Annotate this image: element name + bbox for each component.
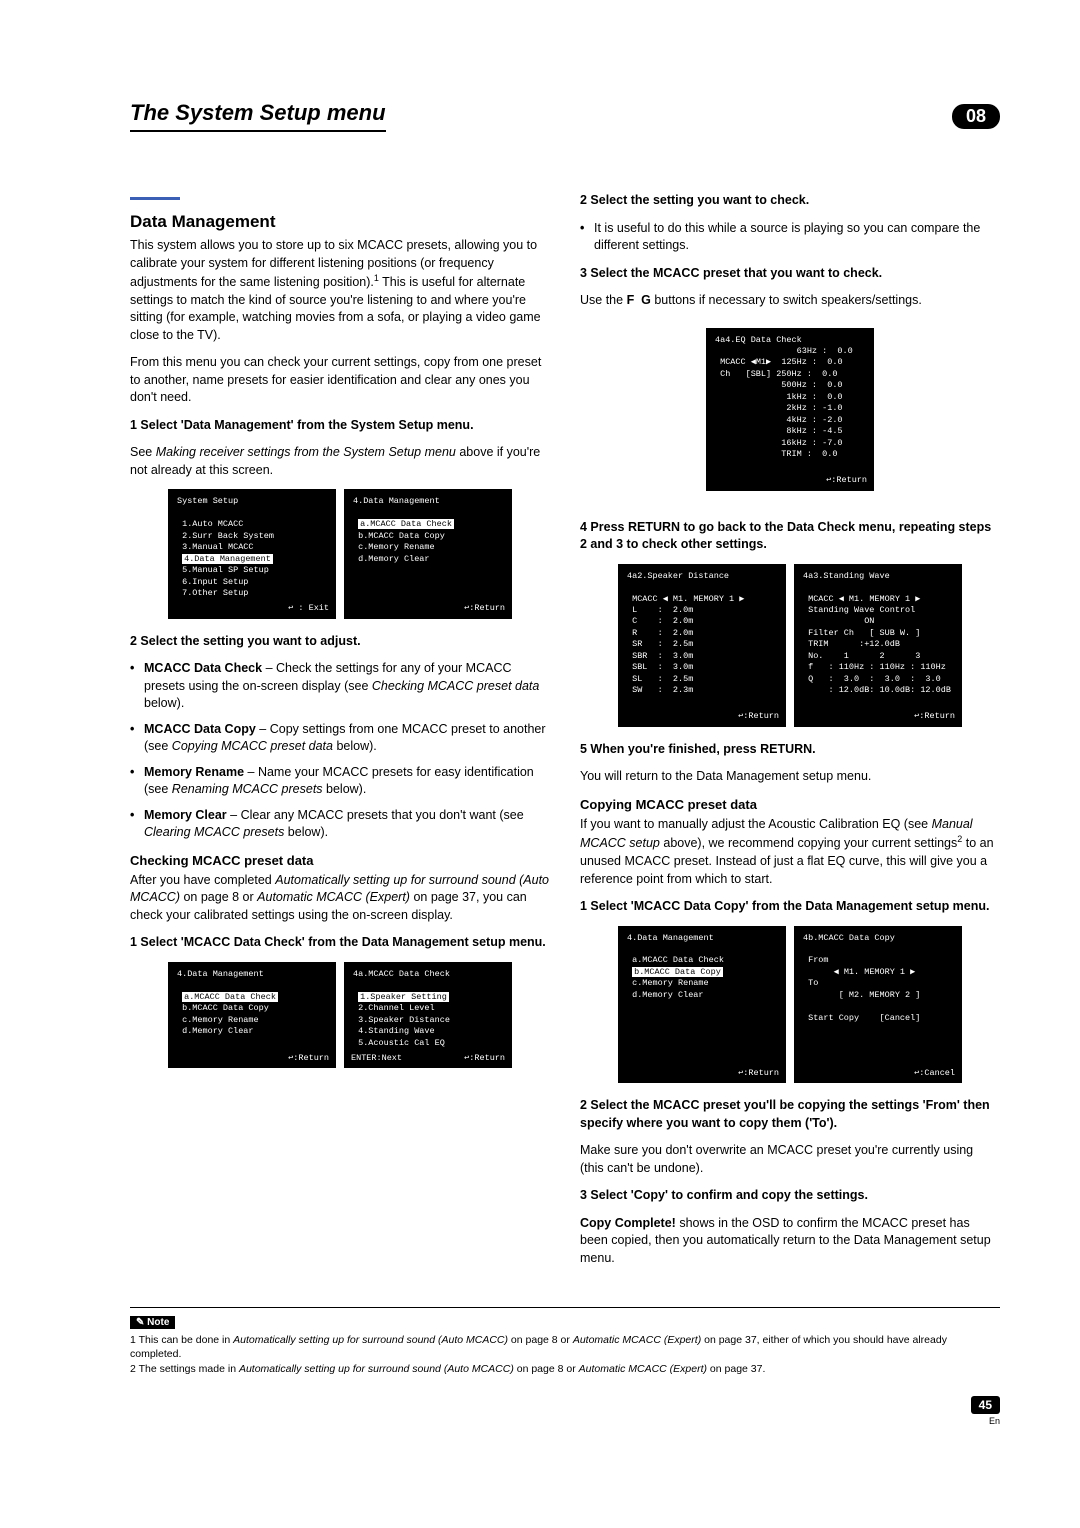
list-item: Memory Rename – Name your MCACC presets … [144, 764, 550, 799]
step: 2 Select the setting you want to adjust. [130, 633, 550, 651]
osd-data-management: 4.Data Management a.MCACC Data Check b.M… [618, 926, 786, 1084]
step: 4 Press RETURN to go back to the Data Ch… [580, 519, 1000, 554]
osd-data-check: 4a.MCACC Data Check 1.Speaker Setting 2.… [344, 962, 512, 1068]
list-item: MCACC Data Copy – Copy settings from one… [144, 721, 550, 756]
osd-speaker-distance: 4a2.Speaker Distance MCACC ◀ M1. MEMORY … [618, 564, 786, 727]
osd-data-management: 4.Data Management a.MCACC Data Check b.M… [344, 489, 512, 618]
list-item: Memory Clear – Clear any MCACC presets t… [144, 807, 550, 842]
body-text: If you want to manually adjust the Acous… [580, 816, 1000, 888]
subheading: Copying MCACC preset data [580, 796, 1000, 814]
body-text: Use the F G buttons if necessary to swit… [580, 292, 1000, 310]
list-item: It is useful to do this while a source i… [594, 220, 1000, 255]
body-text: After you have completed Automatically s… [130, 872, 550, 925]
osd-data-copy: 4b.MCACC Data Copy From ◀ M1. MEMORY 1 ▶… [794, 926, 962, 1084]
step: 3 Select the MCACC preset that you want … [580, 265, 1000, 283]
notes-section: Note 1 This can be done in Automatically… [130, 1307, 1000, 1376]
step: 2 Select the MCACC preset you'll be copy… [580, 1097, 1000, 1132]
list-item: MCACC Data Check – Check the settings fo… [144, 660, 550, 713]
body-text: See Making receiver settings from the Sy… [130, 444, 550, 479]
osd-system-setup: System Setup 1.Auto MCACC 2.Surr Back Sy… [168, 489, 336, 618]
osd-eq-data: 4a4.EQ Data Check 63Hz : 0.0 MCACC ◀M1▶ … [706, 328, 874, 491]
body-text: This system allows you to store up to si… [130, 237, 550, 344]
step: 5 When you're finished, press RETURN. [580, 741, 1000, 759]
title-underline [130, 130, 386, 132]
body-text: You will return to the Data Management s… [580, 768, 1000, 786]
page-number: 45 [971, 1396, 1000, 1414]
body-text: From this menu you can check your curren… [130, 354, 550, 407]
body-text: Copy Complete! shows in the OSD to confi… [580, 1215, 1000, 1268]
chapter-title: The System Setup menu [130, 100, 386, 126]
osd-data-management: 4.Data Management a.MCACC Data Check b.M… [168, 962, 336, 1068]
step: 1 Select 'MCACC Data Check' from the Dat… [130, 934, 550, 952]
osd-standing-wave: 4a3.Standing Wave MCACC ◀ M1. MEMORY 1 ▶… [794, 564, 962, 727]
step: 1 Select 'Data Management' from the Syst… [130, 417, 550, 435]
footnote: 1 This can be done in Automatically sett… [130, 1333, 1000, 1361]
page-lang: En [130, 1416, 1000, 1426]
step: 1 Select 'MCACC Data Copy' from the Data… [580, 898, 1000, 916]
chapter-badge: 08 [952, 104, 1000, 129]
step: 3 Select 'Copy' to confirm and copy the … [580, 1187, 1000, 1205]
note-label: Note [130, 1316, 175, 1329]
right-column: 2 Select the setting you want to check. … [580, 192, 1000, 1277]
subheading: Checking MCACC preset data [130, 852, 550, 870]
body-text: Make sure you don't overwrite an MCACC p… [580, 1142, 1000, 1177]
section-heading: Data Management [130, 210, 550, 234]
left-column: Data Management This system allows you t… [130, 192, 550, 1277]
accent-bar [130, 197, 180, 200]
step: 2 Select the setting you want to check. [580, 192, 1000, 210]
footnote: 2 The settings made in Automatically set… [130, 1362, 1000, 1376]
